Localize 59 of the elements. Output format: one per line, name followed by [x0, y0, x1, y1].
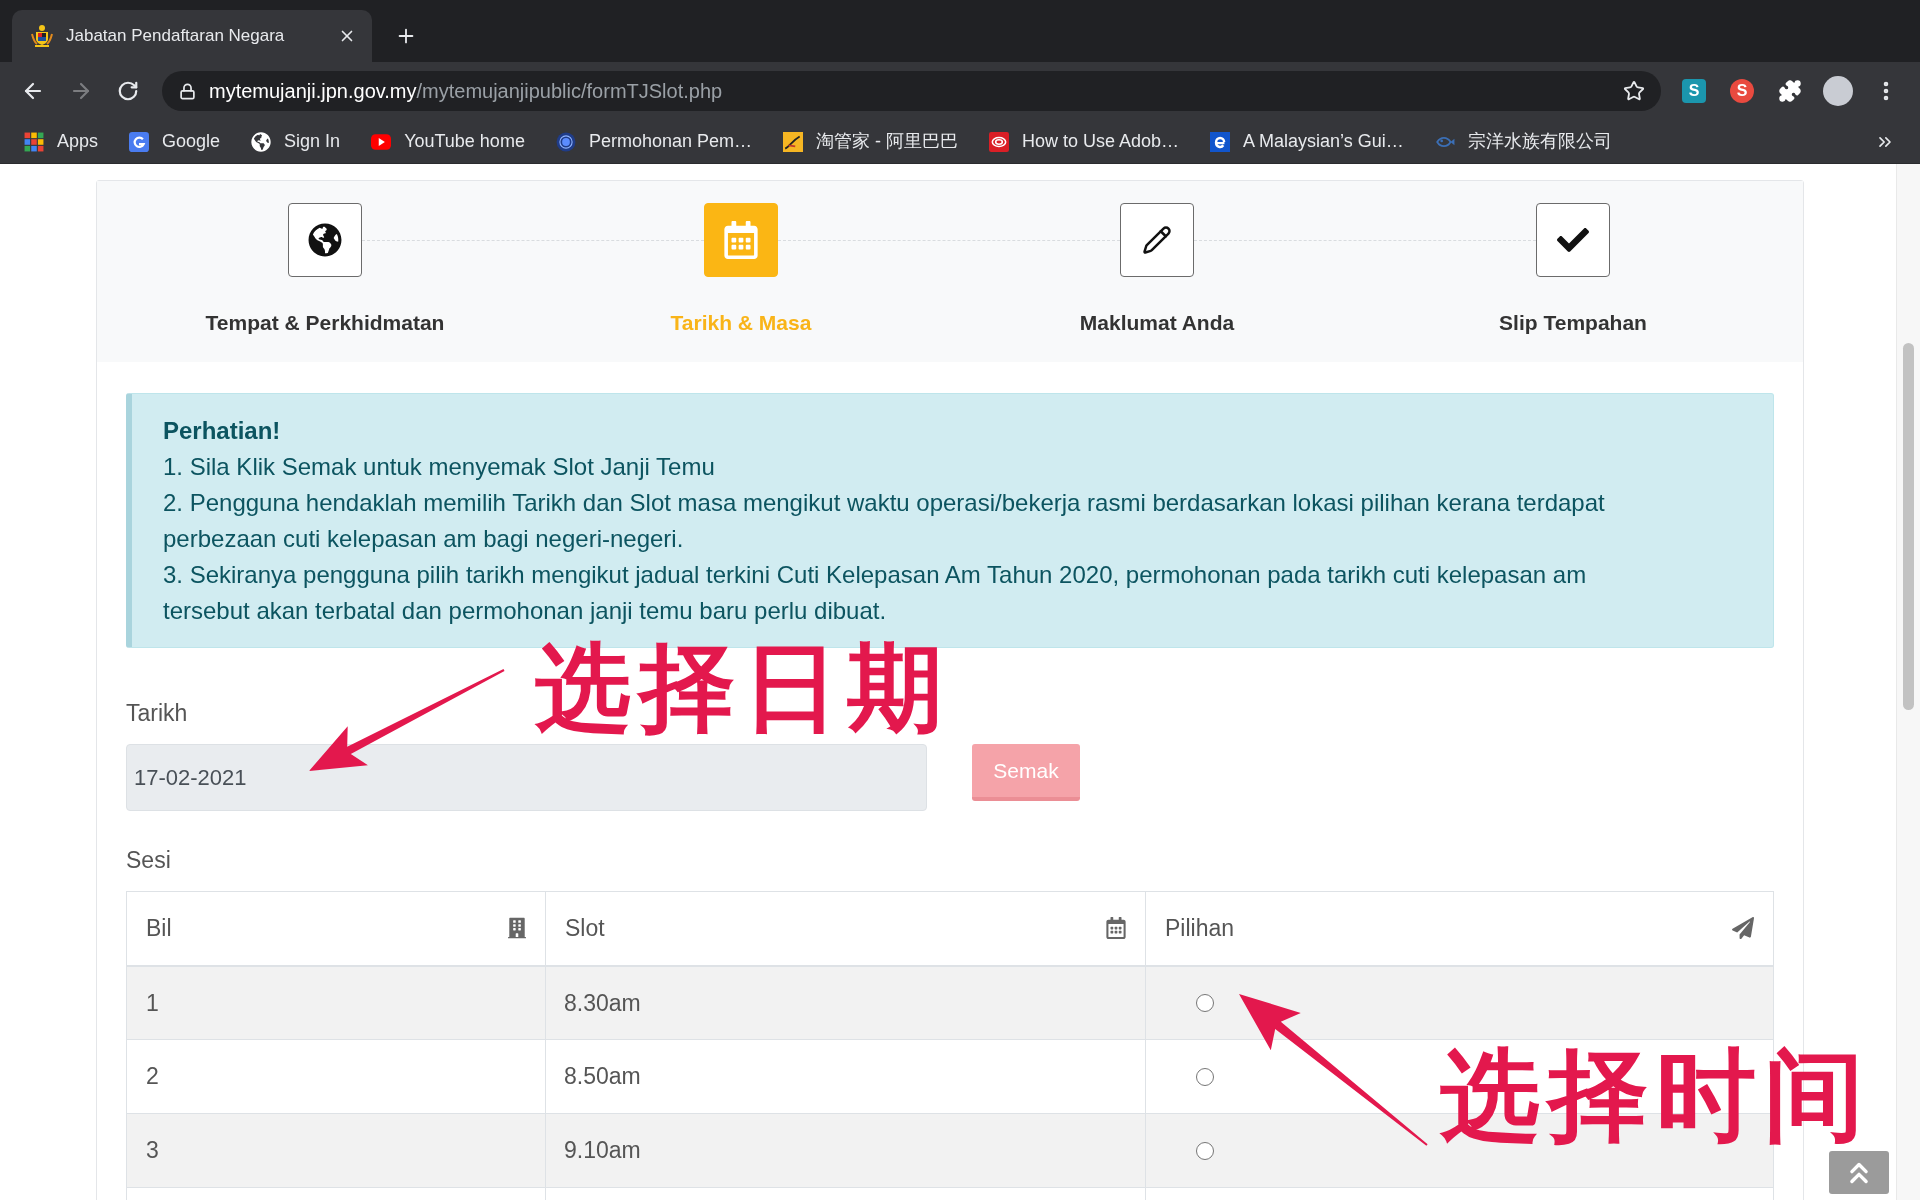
alert-item: 3. Sekiranya pengguna pilih tarikh mengikut jadual terkini Cuti Kelepasan Am Tahun 2020, permohonan pada tarikh cuti kelepasan am tersebut akan terbatal dan permohonan janji temu baru perlu dibuat. [163, 560, 1588, 626]
bookmark-button[interactable]: A Malaysian’s Gui… [1210, 128, 1404, 155]
grid-icon [24, 131, 44, 152]
column-header: Slot [565, 914, 605, 943]
alert-item: 2. Pengguna hendaklah memilih Tarikh dan Slot masa mengikut waktu operasi/bekerja rasmi berdasarkan lokasi pilihan kerana terdapat perbezaan cuti kelepasan am bagi negeri-negeri. [163, 488, 1606, 554]
alert-title: Perhatian! [163, 416, 282, 446]
address-bar[interactable]: mytemujanji.jpn.gov.my/mytemujanjipublic/formTJSlot.php [162, 71, 1661, 111]
step-label: Slip Tempahan [1499, 310, 1647, 336]
table-cell: 1 [126, 965, 546, 1040]
table-cell: 9.10am [545, 1113, 1146, 1188]
lock-icon [179, 82, 196, 100]
radio-button[interactable] [1196, 993, 1214, 1012]
crest-icon [30, 24, 54, 48]
bookmark-button[interactable]: Google [129, 128, 221, 155]
alert-item: 1. Sila Klik Semak untuk menyemak Slot Janji Temu [163, 452, 716, 482]
radio-button[interactable] [1196, 1067, 1214, 1086]
radio-button[interactable] [1196, 1141, 1214, 1160]
scrollbar-track[interactable] [1896, 164, 1920, 1200]
date-field[interactable]: 17-02-2021 [126, 744, 927, 811]
bookmark-button[interactable]: How to Use Adob… [989, 128, 1180, 155]
table-cell: 8.30am [545, 965, 1146, 1040]
column-header: Bil [146, 914, 172, 943]
url-text: mytemujanji.jpn.gov.my/mytemujanjipublic/formTJSlot.php [209, 79, 723, 104]
bookmark-button[interactable]: 宗洋水族有限公司 [1434, 128, 1612, 155]
field-label: Tarikh [126, 699, 188, 728]
ring-icon [555, 131, 576, 152]
logo-tile-icon [1210, 131, 1231, 152]
table-cell: 3 [126, 1113, 546, 1188]
callout-label: 选择日期 [535, 640, 951, 736]
building-icon [508, 917, 526, 940]
scroll-top-button[interactable] [1829, 1151, 1889, 1194]
bookmark-button[interactable]: Apps [24, 128, 99, 155]
field-label: Sesi [126, 846, 171, 875]
puzzle-icon[interactable] [1778, 79, 1802, 103]
swirl-icon [989, 131, 1009, 152]
bookmark-button[interactable]: Sign In [251, 128, 341, 155]
send-icon [1732, 917, 1754, 940]
bookmark-button[interactable]: Permohonan Pem… [555, 128, 752, 155]
globe-icon [251, 131, 272, 152]
table-cell: 8.50am [545, 1039, 1146, 1114]
bookmark-button[interactable]: YouTube home [371, 128, 525, 155]
step-label: Maklumat Anda [1079, 310, 1235, 336]
avatar-icon[interactable] [1823, 76, 1853, 106]
bookmark-button[interactable]: 淘管家 - 阿里巴巴 [783, 128, 958, 155]
table-cell: 2 [126, 1039, 546, 1114]
logo-tile-icon [783, 131, 803, 152]
extension-button[interactable]: S [1730, 79, 1754, 103]
column-header: Pilihan [1165, 914, 1235, 943]
play-icon [371, 131, 392, 152]
tab-title: Jabatan Pendaftaran Negara [66, 25, 286, 48]
scrollbar-thumb[interactable] [1903, 343, 1914, 710]
step-label: Tarikh & Masa [670, 310, 812, 336]
tile-icon [129, 131, 150, 152]
browser-tab[interactable]: Jabatan Pendaftaran Negara [12, 10, 372, 62]
calendar-icon [1106, 917, 1126, 940]
reload-icon[interactable] [117, 80, 139, 102]
star-icon[interactable] [1623, 80, 1645, 102]
callout-label: 选择时间 [1440, 1045, 1872, 1145]
step-label: Tempat & Perkhidmatan [205, 310, 445, 336]
